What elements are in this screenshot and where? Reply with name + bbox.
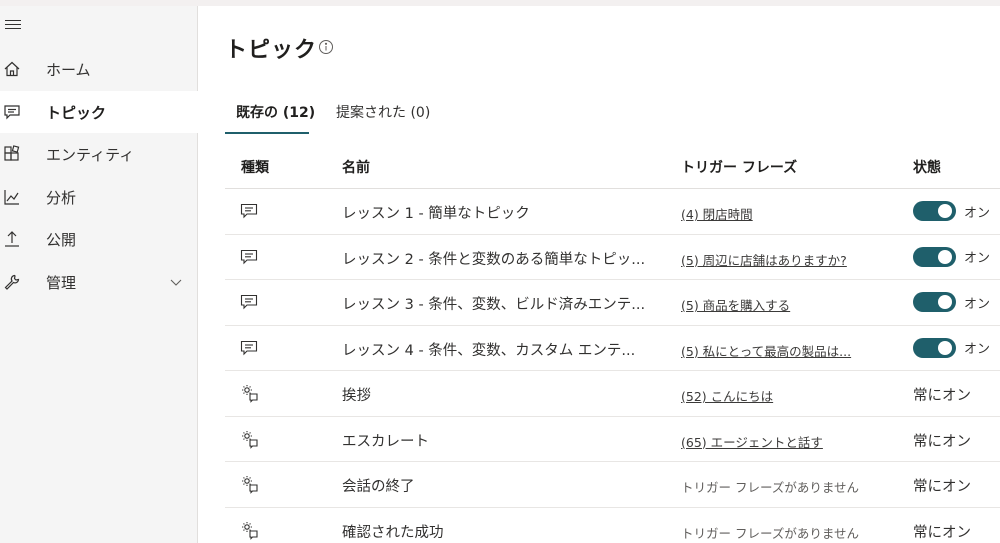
trigger-phrases-link[interactable]: (65) エージェントと話す [681,432,891,451]
tab-existing[interactable]: 既存の (12) [236,102,315,136]
column-header-status[interactable]: 状態 [913,157,941,177]
system-topic-icon [239,383,259,403]
sidebar-item-label: 公開 [46,230,77,249]
toggle-knob [938,249,952,264]
topic-name-link[interactable]: レッスン 2 - 条件と変数のある簡単なトピッ... [342,248,652,269]
sidebar-item-analytics[interactable]: 分析 [0,176,198,218]
table-row[interactable]: レッスン 3 - 条件、変数、ビルド済みエンテ... (5) 商品を購入する オン [225,280,1000,326]
status-toggle[interactable] [913,292,956,312]
trigger-phrases-link[interactable]: (52) こんにちは [681,386,891,405]
topic-name-link[interactable]: 確認された成功 [342,521,652,542]
analytics-icon [4,190,19,205]
column-header-type[interactable]: 種類 [241,157,269,177]
toggle-knob [938,340,952,355]
trigger-phrases-link[interactable]: (4) 閉店時間 [681,204,891,223]
entities-icon [4,145,20,161]
chat-icon [239,247,259,267]
chat-icon [239,338,259,358]
trigger-phrases-empty: トリガー フレーズがありません [681,480,859,495]
table-row[interactable]: 確認された成功 トリガー フレーズがありません 常にオン [225,508,1000,543]
status-label: 常にオン [913,433,971,450]
status-label: オン [964,342,991,357]
topic-name-link[interactable]: 会話の終了 [342,475,652,496]
table-row[interactable]: レッスン 1 - 簡単なトピック (4) 閉店時間 オン [225,189,1000,235]
chevron-down-icon[interactable] [170,276,182,288]
chat-icon [239,292,259,312]
status-cell: オン [913,337,1000,358]
table-header: 種類 名前 トリガー フレーズ 状態 [225,142,1000,189]
sidebar-item-label: ホーム [46,60,91,79]
chat-icon [4,105,20,120]
topic-name-link[interactable]: レッスン 1 - 簡単なトピック [342,202,652,223]
status-label: オン [964,251,991,266]
trigger-phrases-link[interactable]: (5) 商品を購入する [681,295,891,314]
active-tab-indicator [225,132,309,134]
status-cell: オン [913,201,1000,221]
table-row[interactable]: 会話の終了 トリガー フレーズがありません 常にオン [225,462,1000,508]
main-content: トピック 既存の (12) 提案された (0) 種類 名前 トリガー フレーズ … [199,6,1000,543]
sidebar-item-entities[interactable]: エンティティ [0,133,198,175]
table-row[interactable]: レッスン 4 - 条件、変数、カスタム エンテ... (5) 私にとって最高の製品… [225,326,1000,371]
column-header-name[interactable]: 名前 [342,157,370,177]
table-row[interactable]: 挨拶 (52) こんにちは 常にオン [225,371,1000,417]
sidebar-item-label: トピック [46,103,107,122]
status-cell: オン [913,246,1000,267]
home-icon [4,61,20,77]
column-header-trigger[interactable]: トリガー フレーズ [681,157,797,177]
toggle-knob [938,204,952,218]
status-cell: オン [913,292,1000,312]
system-topic-icon [239,520,259,540]
publish-icon [5,231,19,247]
status-label: オン [964,205,991,221]
sidebar-item-manage[interactable]: 管理 [0,261,198,303]
tab-suggested[interactable]: 提案された (0) [336,102,430,136]
sidebar-item-label: 管理 [46,273,77,292]
info-icon[interactable] [318,39,334,55]
trigger-phrases-link[interactable]: (5) 私にとって最高の製品は... [681,341,891,360]
topic-name-link[interactable]: レッスン 4 - 条件、変数、カスタム エンテ... [342,339,652,360]
system-topic-icon [239,474,259,494]
sidebar-item-topics[interactable]: トピック [0,91,198,133]
status-label: 常にオン [913,524,971,541]
status-toggle[interactable] [913,337,956,358]
table-row[interactable]: エスカレート (65) エージェントと話す 常にオン [225,417,1000,462]
sidebar: ホーム トピック エンティティ 分析 公開 管理 [0,6,198,543]
topic-name-link[interactable]: 挨拶 [342,384,652,405]
trigger-phrases-empty: トリガー フレーズがありません [681,525,859,541]
toggle-knob [938,295,952,309]
topics-table: 種類 名前 トリガー フレーズ 状態 レッスン 1 - 簡単なトピック (4) 閉… [225,142,1000,543]
table-row[interactable]: レッスン 2 - 条件と変数のある簡単なトピッ... (5) 周辺に店舗はあります… [225,235,1000,280]
topic-name-link[interactable]: エスカレート [342,430,652,451]
status-toggle[interactable] [913,246,956,267]
topic-name-link[interactable]: レッスン 3 - 条件、変数、ビルド済みエンテ... [342,293,652,314]
chat-icon [239,201,259,221]
sidebar-item-publish[interactable]: 公開 [0,218,198,260]
status-label: 常にオン [913,479,971,495]
status-label: オン [964,296,991,312]
sidebar-item-label: 分析 [46,188,77,207]
system-topic-icon [239,429,259,449]
wrench-icon [4,274,20,290]
sidebar-item-label: エンティティ [46,145,135,164]
status-label: 常にオン [913,388,971,404]
status-toggle[interactable] [913,201,956,221]
hamburger-menu-icon[interactable] [5,20,21,34]
page-title: トピック [225,38,318,63]
trigger-phrases-link[interactable]: (5) 周辺に店舗はありますか? [681,250,891,269]
sidebar-item-home[interactable]: ホーム [0,48,198,90]
